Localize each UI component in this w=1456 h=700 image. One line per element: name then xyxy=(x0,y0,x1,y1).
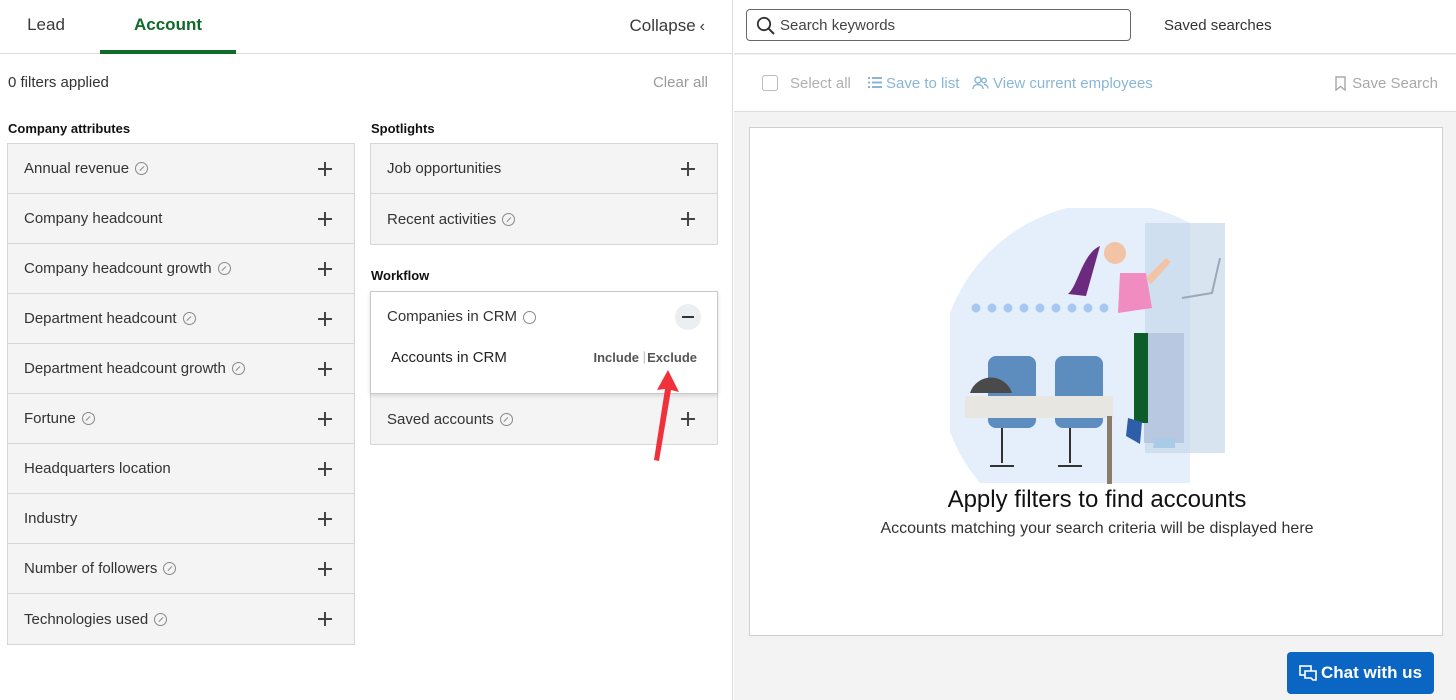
tab-account[interactable]: Account xyxy=(100,0,236,54)
empty-state-illustration xyxy=(950,208,1225,484)
search-input[interactable] xyxy=(780,10,1120,40)
search-icon xyxy=(756,16,775,35)
filter-panel: Lead Account Collapse ‹ 0 filters applied… xyxy=(0,0,733,700)
workflow-heading: Workflow xyxy=(371,268,430,283)
plus-icon[interactable] xyxy=(318,411,332,426)
filter-label: Recent activities xyxy=(387,210,497,228)
plus-icon[interactable] xyxy=(681,161,695,176)
spotlights-list: Job opportunities Recent activities xyxy=(370,143,718,245)
filter-label: Number of followers xyxy=(24,560,158,577)
filter-row[interactable]: Technologies used xyxy=(8,594,354,644)
filter-row[interactable]: Company headcount xyxy=(8,194,354,244)
save-to-list-button[interactable]: Save to list xyxy=(886,75,959,92)
filter-label: Department headcount xyxy=(24,310,177,327)
collapse-button[interactable]: Collapse ‹ xyxy=(630,0,705,54)
plus-icon[interactable] xyxy=(318,211,332,226)
spark-icon xyxy=(81,412,95,425)
chat-with-us-button[interactable]: Chat with us xyxy=(1287,652,1434,694)
filters-applied-count: 0 filters applied xyxy=(8,74,109,91)
tab-lead[interactable]: Lead xyxy=(0,0,92,54)
collapse-filter-button[interactable] xyxy=(675,304,701,330)
spark-icon xyxy=(231,362,245,375)
spark-icon xyxy=(182,312,196,325)
plus-icon[interactable] xyxy=(318,511,332,526)
filter-label: Job opportunities xyxy=(387,160,502,177)
spark-icon xyxy=(502,212,516,226)
filter-label: Companies in CRM xyxy=(387,308,518,325)
filter-label: Headquarters location xyxy=(24,460,171,477)
results-panel: Saved searches Select all Save to list V… xyxy=(734,0,1456,700)
filter-row[interactable]: Fortune xyxy=(8,394,354,444)
people-icon xyxy=(972,76,989,90)
spark-icon xyxy=(163,562,177,575)
search-bar: Saved searches xyxy=(734,0,1456,54)
plus-icon[interactable] xyxy=(681,412,695,426)
filter-label: Fortune xyxy=(24,410,76,427)
save-search-button[interactable]: Save Search xyxy=(1352,75,1438,92)
chevron-left-icon: ‹ xyxy=(699,18,705,35)
spark-icon xyxy=(154,612,168,626)
clear-all-button[interactable]: Clear all xyxy=(653,74,708,91)
companies-in-crm-label[interactable]: Companies in CRM xyxy=(387,308,537,325)
plus-icon[interactable] xyxy=(681,212,695,226)
tab-bar: Lead Account Collapse ‹ xyxy=(0,0,733,54)
filter-label: Company headcount xyxy=(24,210,163,227)
filter-row[interactable]: Annual revenue xyxy=(8,144,354,194)
chat-icon xyxy=(1299,665,1317,681)
empty-results-card: Apply filters to find accounts Accounts … xyxy=(749,127,1443,636)
plus-icon[interactable] xyxy=(318,561,332,576)
filter-row[interactable]: Job opportunities xyxy=(371,144,717,194)
search-box xyxy=(746,9,1131,41)
filter-row[interactable]: Company headcount growth xyxy=(8,244,354,294)
results-toolbar: Select all Save to list View current emp… xyxy=(734,55,1456,112)
select-all-label[interactable]: Select all xyxy=(790,75,851,92)
filter-label: Saved accounts xyxy=(387,410,494,428)
company-attributes-list: Annual revenue Company headcount Company h… xyxy=(7,143,355,645)
filter-row[interactable]: Department headcount xyxy=(8,294,354,344)
empty-state-title: Apply filters to find accounts xyxy=(947,486,1247,513)
spotlights-heading: Spotlights xyxy=(371,121,435,136)
plus-icon[interactable] xyxy=(318,612,332,626)
bookmark-icon xyxy=(1335,76,1346,91)
spark-icon xyxy=(523,310,537,324)
filter-row[interactable]: Saved accounts xyxy=(371,394,717,444)
filter-row[interactable]: Number of followers xyxy=(8,544,354,594)
plus-icon[interactable] xyxy=(318,311,332,326)
filter-row[interactable]: Recent activities xyxy=(371,194,717,244)
filter-label: Industry xyxy=(24,510,78,527)
filter-label: Company headcount growth xyxy=(24,260,212,277)
saved-searches-link[interactable]: Saved searches xyxy=(1164,17,1272,34)
plus-icon[interactable] xyxy=(318,461,332,476)
workflow-list: Saved accounts xyxy=(370,393,718,445)
plus-icon[interactable] xyxy=(318,361,332,376)
list-icon xyxy=(868,77,882,88)
plus-icon[interactable] xyxy=(318,161,332,176)
filter-row[interactable]: Department headcount growth xyxy=(8,344,354,394)
filter-label: Technologies used xyxy=(24,610,149,628)
include-button[interactable]: Include xyxy=(593,350,639,365)
spark-icon xyxy=(217,262,231,275)
filter-row[interactable]: Headquarters location xyxy=(8,444,354,494)
companies-in-crm-filter: Companies in CRM Accounts in CRM Include… xyxy=(370,291,718,394)
empty-state-subtitle: Accounts matching your search criteria w… xyxy=(880,520,1314,537)
chat-label: Chat with us xyxy=(1320,663,1423,682)
collapse-label: Collapse xyxy=(629,16,696,35)
view-current-employees-button[interactable]: View current employees xyxy=(993,75,1153,92)
filter-label: Department headcount growth xyxy=(24,360,226,377)
filter-label: Annual revenue xyxy=(24,160,130,177)
spark-icon xyxy=(499,412,513,426)
accounts-in-crm-option: Accounts in CRM xyxy=(391,349,507,366)
spark-icon xyxy=(135,162,149,175)
company-attributes-heading: Company attributes xyxy=(8,121,131,136)
filter-row[interactable]: Industry xyxy=(8,494,354,544)
exclude-button[interactable]: Exclude xyxy=(647,350,697,365)
select-all-checkbox[interactable] xyxy=(762,75,778,91)
plus-icon[interactable] xyxy=(318,261,332,276)
include-exclude-separator: | xyxy=(642,349,646,364)
